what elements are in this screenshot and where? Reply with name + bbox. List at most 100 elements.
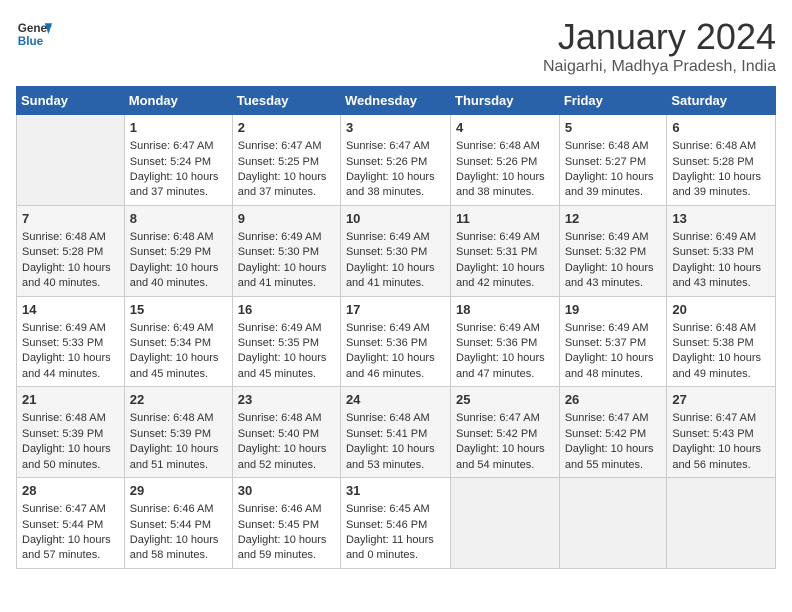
calendar-cell: 1 Sunrise: 6:47 AMSunset: 5:24 PMDaylight…	[124, 115, 232, 206]
cell-info: Sunrise: 6:49 AMSunset: 5:32 PMDaylight:…	[565, 231, 654, 289]
title-block: January 2024 Naigarhi, Madhya Pradesh, I…	[543, 16, 776, 76]
calendar-cell: 29Sunrise: 6:46 AMSunset: 5:44 PMDayligh…	[124, 478, 232, 569]
day-number: 14	[22, 301, 119, 319]
day-number: 5	[565, 119, 662, 137]
calendar-cell: 3 Sunrise: 6:47 AMSunset: 5:26 PMDaylight…	[340, 115, 450, 206]
day-number: 18	[456, 301, 554, 319]
day-number: 30	[238, 482, 335, 500]
calendar-subtitle: Naigarhi, Madhya Pradesh, India	[543, 58, 776, 76]
day-number: 9	[238, 210, 335, 228]
calendar-cell: 27Sunrise: 6:47 AMSunset: 5:43 PMDayligh…	[667, 387, 776, 478]
cell-info: Sunrise: 6:47 AMSunset: 5:26 PMDaylight:…	[346, 140, 435, 198]
logo-icon: General Blue	[16, 16, 52, 52]
column-header-saturday: Saturday	[667, 87, 776, 115]
column-header-friday: Friday	[559, 87, 667, 115]
cell-info: Sunrise: 6:48 AMSunset: 5:39 PMDaylight:…	[130, 412, 219, 470]
calendar-cell: 30 Sunrise: 6:46 AMSunset: 5:45 PMDayligh…	[232, 478, 340, 569]
calendar-cell: 25 Sunrise: 6:47 AMSunset: 5:42 PMDayligh…	[451, 387, 560, 478]
cell-info: Sunrise: 6:47 AMSunset: 5:42 PMDaylight:…	[456, 412, 545, 470]
cell-info: Sunrise: 6:49 AMSunset: 5:30 PMDaylight:…	[346, 231, 435, 289]
day-number: 16	[238, 301, 335, 319]
calendar-cell: 10 Sunrise: 6:49 AMSunset: 5:30 PMDayligh…	[340, 205, 450, 296]
calendar-cell: 12 Sunrise: 6:49 AMSunset: 5:32 PMDayligh…	[559, 205, 667, 296]
calendar-cell: 24 Sunrise: 6:48 AMSunset: 5:41 PMDayligh…	[340, 387, 450, 478]
cell-info: Sunrise: 6:46 AMSunset: 5:45 PMDaylight:…	[238, 503, 327, 561]
calendar-table: SundayMondayTuesdayWednesdayThursdayFrid…	[16, 86, 776, 569]
column-header-monday: Monday	[124, 87, 232, 115]
calendar-cell: 16Sunrise: 6:49 AMSunset: 5:35 PMDayligh…	[232, 296, 340, 387]
column-header-wednesday: Wednesday	[340, 87, 450, 115]
cell-info: Sunrise: 6:48 AMSunset: 5:28 PMDaylight:…	[672, 140, 761, 198]
day-number: 3	[346, 119, 445, 137]
calendar-cell: 13 Sunrise: 6:49 AMSunset: 5:33 PMDayligh…	[667, 205, 776, 296]
day-number: 20	[672, 301, 770, 319]
day-number: 13	[672, 210, 770, 228]
week-row-3: 14Sunrise: 6:49 AMSunset: 5:33 PMDayligh…	[17, 296, 776, 387]
calendar-cell: 26 Sunrise: 6:47 AMSunset: 5:42 PMDayligh…	[559, 387, 667, 478]
day-number: 11	[456, 210, 554, 228]
day-number: 29	[130, 482, 227, 500]
calendar-cell: 8Sunrise: 6:48 AMSunset: 5:29 PMDaylight…	[124, 205, 232, 296]
calendar-cell: 23Sunrise: 6:48 AMSunset: 5:40 PMDayligh…	[232, 387, 340, 478]
cell-info: Sunrise: 6:47 AMSunset: 5:42 PMDaylight:…	[565, 412, 654, 470]
cell-info: Sunrise: 6:48 AMSunset: 5:28 PMDaylight:…	[22, 231, 111, 289]
day-number: 1	[130, 119, 227, 137]
cell-info: Sunrise: 6:48 AMSunset: 5:26 PMDaylight:…	[456, 140, 545, 198]
logo: General Blue	[16, 16, 52, 52]
cell-info: Sunrise: 6:48 AMSunset: 5:29 PMDaylight:…	[130, 231, 219, 289]
cell-info: Sunrise: 6:49 AMSunset: 5:36 PMDaylight:…	[346, 322, 435, 380]
calendar-cell	[559, 478, 667, 569]
day-number: 25	[456, 391, 554, 409]
column-header-thursday: Thursday	[451, 87, 560, 115]
calendar-cell: 18Sunrise: 6:49 AMSunset: 5:36 PMDayligh…	[451, 296, 560, 387]
calendar-cell: 28 Sunrise: 6:47 AMSunset: 5:44 PMDayligh…	[17, 478, 125, 569]
calendar-cell: 15 Sunrise: 6:49 AMSunset: 5:34 PMDayligh…	[124, 296, 232, 387]
week-row-2: 7Sunrise: 6:48 AMSunset: 5:28 PMDaylight…	[17, 205, 776, 296]
svg-text:Blue: Blue	[18, 35, 44, 48]
cell-info: Sunrise: 6:47 AMSunset: 5:44 PMDaylight:…	[22, 503, 111, 561]
day-number: 31	[346, 482, 445, 500]
page-header: General Blue January 2024 Naigarhi, Madh…	[16, 16, 776, 76]
calendar-cell: 20 Sunrise: 6:48 AMSunset: 5:38 PMDayligh…	[667, 296, 776, 387]
calendar-cell: 31 Sunrise: 6:45 AMSunset: 5:46 PMDayligh…	[340, 478, 450, 569]
day-number: 15	[130, 301, 227, 319]
week-row-5: 28 Sunrise: 6:47 AMSunset: 5:44 PMDayligh…	[17, 478, 776, 569]
calendar-cell: 4 Sunrise: 6:48 AMSunset: 5:26 PMDaylight…	[451, 115, 560, 206]
cell-info: Sunrise: 6:49 AMSunset: 5:30 PMDaylight:…	[238, 231, 327, 289]
cell-info: Sunrise: 6:45 AMSunset: 5:46 PMDaylight:…	[346, 503, 434, 561]
cell-info: Sunrise: 6:48 AMSunset: 5:41 PMDaylight:…	[346, 412, 435, 470]
day-number: 2	[238, 119, 335, 137]
day-number: 26	[565, 391, 662, 409]
calendar-body: 1 Sunrise: 6:47 AMSunset: 5:24 PMDaylight…	[17, 115, 776, 569]
day-number: 28	[22, 482, 119, 500]
day-number: 22	[130, 391, 227, 409]
cell-info: Sunrise: 6:49 AMSunset: 5:34 PMDaylight:…	[130, 322, 219, 380]
calendar-cell: 17 Sunrise: 6:49 AMSunset: 5:36 PMDayligh…	[340, 296, 450, 387]
calendar-cell: 22 Sunrise: 6:48 AMSunset: 5:39 PMDayligh…	[124, 387, 232, 478]
day-number: 24	[346, 391, 445, 409]
day-number: 21	[22, 391, 119, 409]
calendar-cell: 6 Sunrise: 6:48 AMSunset: 5:28 PMDaylight…	[667, 115, 776, 206]
calendar-cell: 19Sunrise: 6:49 AMSunset: 5:37 PMDayligh…	[559, 296, 667, 387]
calendar-cell: 11 Sunrise: 6:49 AMSunset: 5:31 PMDayligh…	[451, 205, 560, 296]
day-number: 17	[346, 301, 445, 319]
day-number: 12	[565, 210, 662, 228]
day-number: 10	[346, 210, 445, 228]
cell-info: Sunrise: 6:49 AMSunset: 5:33 PMDaylight:…	[672, 231, 761, 289]
cell-info: Sunrise: 6:49 AMSunset: 5:31 PMDaylight:…	[456, 231, 545, 289]
cell-info: Sunrise: 6:47 AMSunset: 5:24 PMDaylight:…	[130, 140, 219, 198]
week-row-4: 21 Sunrise: 6:48 AMSunset: 5:39 PMDayligh…	[17, 387, 776, 478]
cell-info: Sunrise: 6:48 AMSunset: 5:38 PMDaylight:…	[672, 322, 761, 380]
day-number: 6	[672, 119, 770, 137]
cell-info: Sunrise: 6:47 AMSunset: 5:25 PMDaylight:…	[238, 140, 327, 198]
calendar-cell: 21 Sunrise: 6:48 AMSunset: 5:39 PMDayligh…	[17, 387, 125, 478]
calendar-title: January 2024	[543, 16, 776, 58]
calendar-cell	[17, 115, 125, 206]
day-number: 4	[456, 119, 554, 137]
calendar-cell	[451, 478, 560, 569]
calendar-cell: 9 Sunrise: 6:49 AMSunset: 5:30 PMDaylight…	[232, 205, 340, 296]
calendar-cell: 5Sunrise: 6:48 AMSunset: 5:27 PMDaylight…	[559, 115, 667, 206]
column-header-sunday: Sunday	[17, 87, 125, 115]
day-number: 23	[238, 391, 335, 409]
cell-info: Sunrise: 6:48 AMSunset: 5:39 PMDaylight:…	[22, 412, 111, 470]
